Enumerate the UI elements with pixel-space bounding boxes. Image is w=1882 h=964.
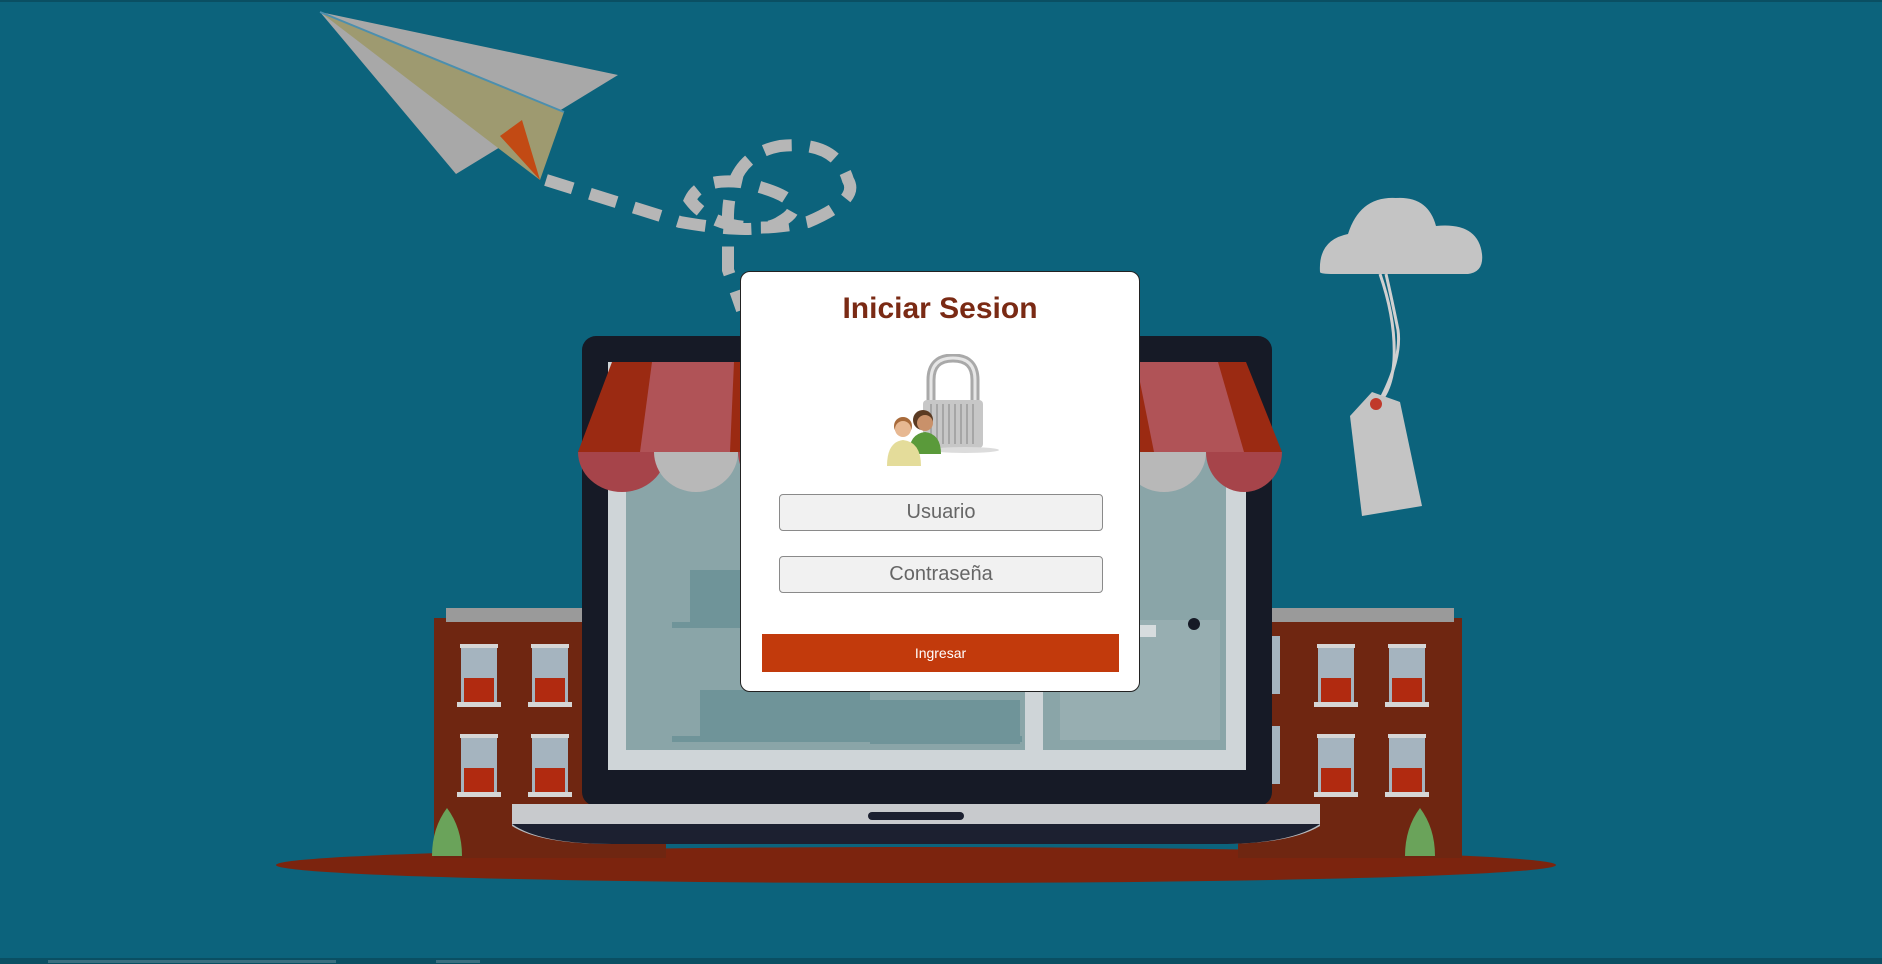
login-card: Iniciar Sesion Ingresar	[740, 271, 1140, 692]
bottom-scrollbar[interactable]	[0, 958, 1882, 964]
login-title: Iniciar Sesion	[842, 292, 1038, 325]
users-padlock-icon	[887, 354, 999, 466]
username-input[interactable]	[779, 494, 1103, 531]
scrollbar-segment	[436, 960, 480, 963]
login-page: Iniciar Sesion Ingresar	[0, 0, 1882, 964]
login-button[interactable]: Ingresar	[762, 634, 1119, 672]
paper-plane	[319, 11, 857, 312]
scrollbar-thumb[interactable]	[48, 960, 336, 963]
cloud-with-price-tag	[1319, 197, 1483, 516]
top-border	[0, 0, 1882, 2]
password-input[interactable]	[779, 556, 1103, 593]
